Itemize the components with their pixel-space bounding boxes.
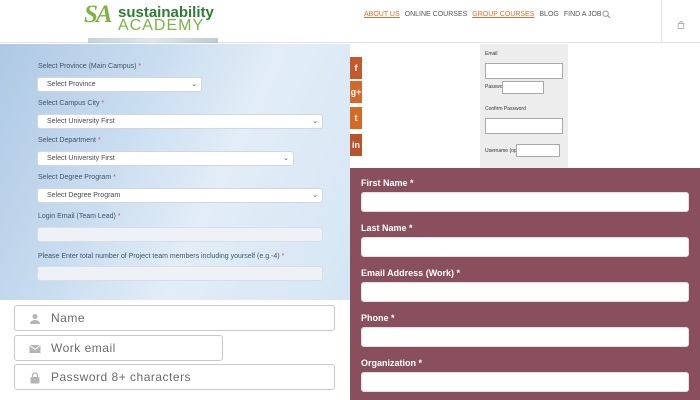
main-nav: ABOUT US ONLINE COURSES GROUP COURSES BL…	[364, 11, 602, 21]
mini-email-label: Email	[485, 51, 498, 57]
chevron-down-icon: ⌄	[312, 118, 318, 125]
contact-form-panel: First Name * Last Name * Email Address (…	[350, 168, 700, 400]
work-email-input[interactable]: Work email	[14, 335, 223, 361]
campus-city-select[interactable]: Select University First ⌄	[37, 114, 323, 129]
mini-confirm-password-input[interactable]	[485, 118, 563, 134]
name-placeholder: Name	[51, 311, 86, 325]
site-logo[interactable]: SA sustainability ACADEMY	[84, 1, 224, 34]
header-divider	[661, 0, 662, 43]
person-icon	[30, 314, 40, 324]
phone-label: Phone *	[361, 313, 395, 323]
header-image-strip	[88, 38, 218, 43]
organization-label: Organization *	[361, 358, 423, 368]
nav-group-courses[interactable]: GROUP COURSES	[472, 11, 534, 21]
chevron-down-icon: ⌄	[191, 81, 197, 88]
nav-find-a-job[interactable]: FIND A JOB	[564, 11, 602, 21]
chevron-down-icon: ⌄	[312, 192, 318, 199]
name-input[interactable]: Name	[14, 305, 335, 331]
login-email-label: Login Email (Team Lead) *	[38, 213, 121, 220]
nav-blog[interactable]: BLOG	[539, 11, 558, 21]
province-select[interactable]: Select Province ⌄	[37, 77, 202, 92]
province-label: Select Province (Main Campus) *	[38, 63, 142, 70]
department-select[interactable]: Select University First ⌄	[37, 151, 294, 166]
lock-icon	[30, 372, 40, 384]
nav-online-courses[interactable]: ONLINE COURSES	[405, 11, 468, 21]
department-select-value: Select University First	[47, 155, 115, 162]
account-form-thumbnail: Email Password Confirm Password Username…	[480, 44, 568, 168]
linkedin-icon[interactable]: in	[350, 134, 362, 156]
email-label: Email Address (Work) *	[361, 268, 461, 278]
google-plus-icon[interactable]: g+	[350, 81, 362, 103]
first-name-label: First Name *	[361, 178, 414, 188]
last-name-input[interactable]	[361, 237, 689, 257]
organization-input[interactable]	[361, 372, 689, 392]
page: SA sustainability ACADEMY ABOUT US ONLIN…	[0, 0, 700, 400]
degree-program-select[interactable]: Select Degree Program ⌄	[37, 188, 323, 203]
search-icon[interactable]	[602, 10, 611, 19]
province-select-value: Select Province	[47, 81, 96, 88]
shopping-bag-icon[interactable]	[677, 21, 685, 29]
nav-about-us[interactable]: ABOUT US	[364, 11, 400, 21]
degree-program-select-value: Select Degree Program	[47, 192, 121, 199]
campus-city-select-value: Select University First	[47, 118, 115, 125]
facebook-icon[interactable]: f	[350, 57, 362, 79]
campus-city-label: Select Campus City *	[38, 100, 105, 107]
department-label: Select Department *	[38, 137, 101, 144]
password-input[interactable]: Password 8+ characters	[14, 364, 335, 390]
site-header: SA sustainability ACADEMY ABOUT US ONLIN…	[0, 0, 700, 43]
team-members-input[interactable]	[37, 266, 323, 281]
envelope-icon	[29, 344, 41, 353]
chevron-down-icon: ⌄	[283, 155, 289, 162]
logo-name-bottom: ACADEMY	[118, 17, 205, 34]
logo-mark: SA	[84, 1, 113, 28]
first-name-input[interactable]	[361, 192, 689, 212]
twitter-icon[interactable]: t	[350, 107, 362, 129]
mini-confirm-password-label: Confirm Password	[485, 106, 526, 112]
login-email-input[interactable]	[37, 227, 323, 242]
email-input[interactable]	[361, 282, 689, 302]
degree-program-label: Select Degree Program *	[38, 174, 116, 181]
team-members-label: Please Enter total number of Project tea…	[38, 253, 285, 260]
work-email-placeholder: Work email	[51, 341, 116, 355]
mini-username-input[interactable]	[516, 144, 560, 157]
phone-input[interactable]	[361, 327, 689, 347]
mini-email-input[interactable]	[485, 63, 563, 79]
password-placeholder: Password 8+ characters	[51, 370, 192, 384]
last-name-label: Last Name *	[361, 223, 413, 233]
mini-password-input[interactable]	[502, 81, 544, 94]
